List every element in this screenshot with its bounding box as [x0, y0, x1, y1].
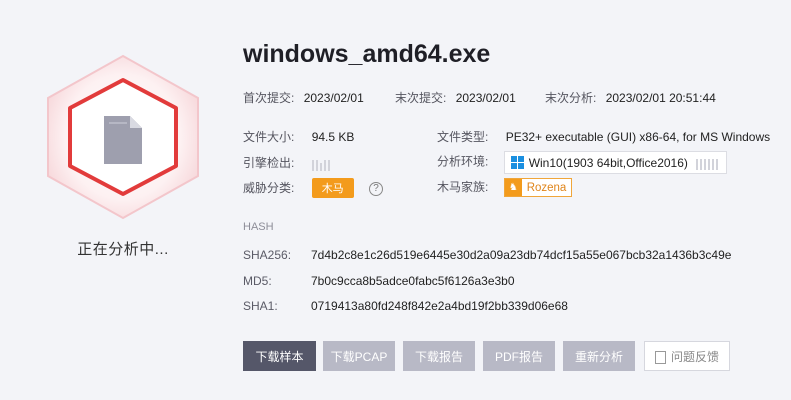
first-submit-value: 2023/02/01 [303, 91, 364, 105]
horse-icon: ♞ [504, 179, 522, 197]
engine-detect-label: 引擎检出: [243, 156, 295, 170]
analysis-env-label: 分析环境: [437, 154, 489, 169]
download-sample-button[interactable]: 下载样本 [243, 341, 316, 371]
analysis-status: 正在分析中... [77, 241, 169, 258]
trojan-family-tag[interactable]: ♞ Rozena [503, 178, 573, 198]
hash-heading: HASH [243, 221, 274, 233]
file-icon [104, 116, 142, 164]
md5-row: MD5: 7b0c9cca8b5adce0fabc5f6126a3e3b0 [243, 274, 515, 288]
trojan-family-value: Rozena [526, 181, 567, 194]
sha1-row: SHA1: 0719413a80fd248f842e2a4bd19f2bb339d… [243, 299, 568, 313]
file-name-title: windows_amd64.exe [243, 40, 491, 68]
feedback-button[interactable]: 问题反馈 [644, 341, 730, 371]
threat-class-tag: 木马 [311, 178, 354, 198]
sha256-label: SHA256: [243, 248, 292, 262]
threat-class-row: 威胁分类: 木马 ? [243, 178, 384, 198]
file-size-value: 94.5 KB [311, 130, 355, 144]
windows-icon [510, 156, 524, 169]
last-analysis-row: 末次分析: 2023/02/01 20:51:44 [545, 89, 716, 106]
first-submit-label: 首次提交: [243, 91, 295, 105]
analysis-env-value: Win10(1903 64bit,Office2016) [528, 155, 688, 170]
engine-detect-row: 引擎检出: [243, 154, 332, 171]
pdf-report-button[interactable]: PDF报告 [483, 341, 555, 371]
trojan-family-row: 木马家族: ♞ Rozena [437, 178, 573, 198]
download-report-button[interactable]: 下载报告 [403, 341, 475, 371]
analysis-env-row: 分析环境: Win10(1903 64bit,Office2016) [437, 151, 727, 174]
analysis-env-box[interactable]: Win10(1903 64bit,Office2016) [503, 151, 727, 174]
last-analysis-label: 末次分析: [545, 91, 597, 105]
sha256-row: SHA256: 7d4b2c8e1c26d519e6445e30d2a09a23d… [243, 248, 731, 262]
file-size-label: 文件大小: [243, 130, 295, 144]
engine-detect-bars-icon [311, 157, 332, 171]
file-type-row: 文件类型: PE32+ executable (GUI) x86-64, for… [437, 128, 770, 145]
threat-class-label: 威胁分类: [243, 181, 295, 195]
sha1-label: SHA1: [243, 299, 278, 313]
last-submit-value: 2023/02/01 [455, 91, 516, 105]
feedback-label: 问题反馈 [670, 349, 719, 364]
first-submit-row: 首次提交: 2023/02/01 [243, 89, 364, 106]
last-analysis-value: 2023/02/01 20:51:44 [605, 91, 716, 105]
file-size-row: 文件大小: 94.5 KB [243, 128, 354, 145]
md5-label: MD5: [243, 274, 272, 288]
reanalyze-button[interactable]: 重新分析 [563, 341, 635, 371]
threat-badge [40, 52, 206, 222]
feedback-icon [654, 350, 666, 364]
md5-value[interactable]: 7b0c9cca8b5adce0fabc5f6126a3e3b0 [311, 274, 515, 288]
file-type-value: PE32+ executable (GUI) x86-64, for MS Wi… [505, 130, 771, 144]
sha256-value[interactable]: 7d4b2c8e1c26d519e6445e30d2a09a23db74dcf1… [311, 248, 731, 262]
last-submit-label: 末次提交: [395, 91, 447, 105]
trojan-family-label: 木马家族: [437, 180, 489, 194]
env-bars-icon [695, 156, 720, 170]
download-pcap-button[interactable]: 下载PCAP [323, 341, 395, 371]
last-submit-row: 末次提交: 2023/02/01 [395, 89, 516, 106]
file-type-label: 文件类型: [437, 130, 489, 144]
sha1-value[interactable]: 0719413a80fd248f842e2a4bd19f2bb339d06e68 [311, 299, 568, 313]
help-icon[interactable]: ? [369, 181, 384, 196]
